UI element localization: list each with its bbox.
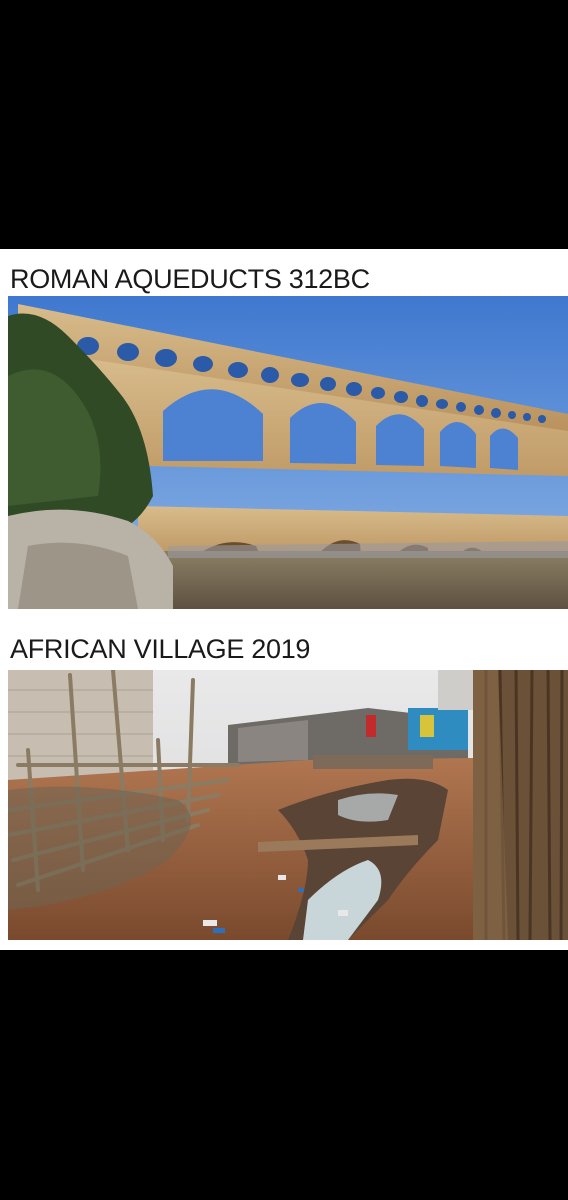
aqueduct-photo: [8, 296, 568, 609]
village-photo: [8, 670, 568, 940]
top-caption: ROMAN AQUEDUCTS 312BC: [10, 264, 370, 294]
meme-card: ROMAN AQUEDUCTS 312BC AFRICAN VILLAGE 20…: [0, 249, 568, 950]
bottom-caption: AFRICAN VILLAGE 2019: [10, 634, 311, 664]
